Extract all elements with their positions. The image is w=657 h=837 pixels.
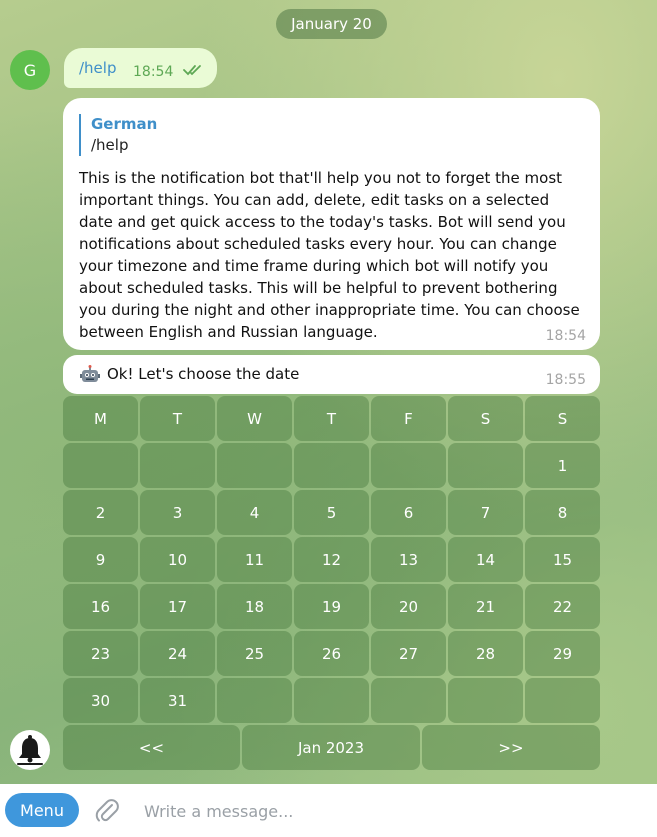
robot-icon	[80, 365, 100, 388]
calendar-empty-button[interactable]	[217, 443, 292, 488]
weekday-header-button[interactable]: W	[217, 396, 292, 441]
weekday-header-button[interactable]: S	[525, 396, 600, 441]
menu-button[interactable]: Menu	[5, 793, 79, 827]
weekday-header-button[interactable]: M	[63, 396, 138, 441]
calendar-empty-button[interactable]	[448, 443, 523, 488]
calendar-day-button[interactable]: 3	[140, 490, 215, 535]
calendar-day-button[interactable]: 19	[294, 584, 369, 629]
calendar-day-button[interactable]: 15	[525, 537, 600, 582]
calendar-day-button[interactable]: 23	[63, 631, 138, 676]
calendar-day-button[interactable]: 26	[294, 631, 369, 676]
calendar-empty-button[interactable]	[217, 678, 292, 723]
calendar-empty-button[interactable]	[294, 678, 369, 723]
message-input[interactable]	[142, 797, 626, 825]
double-check-icon	[183, 62, 205, 81]
chat-area: January 20 G /help 18:54 German /help Th…	[0, 0, 657, 784]
calendar-day-button[interactable]: 13	[371, 537, 446, 582]
calendar-day-button[interactable]: 5	[294, 490, 369, 535]
calendar-empty-button[interactable]	[371, 678, 446, 723]
calendar-day-button[interactable]: 30	[63, 678, 138, 723]
calendar-day-button[interactable]: 9	[63, 537, 138, 582]
next-month-button[interactable]: >>	[422, 725, 600, 770]
weekday-header-button[interactable]: S	[448, 396, 523, 441]
current-month-button[interactable]: Jan 2023	[242, 725, 420, 770]
calendar-day-button[interactable]: 24	[140, 631, 215, 676]
calendar-empty-button[interactable]	[63, 443, 138, 488]
calendar-day-button[interactable]: 31	[140, 678, 215, 723]
date-separator: January 20	[276, 9, 387, 39]
calendar-day-button[interactable]: 11	[217, 537, 292, 582]
calendar-day-button[interactable]: 4	[217, 490, 292, 535]
message-time: 18:54	[133, 64, 174, 80]
calendar-day-button[interactable]: 10	[140, 537, 215, 582]
calendar-day-button[interactable]: 8	[525, 490, 600, 535]
calendar-day-button[interactable]: 25	[217, 631, 292, 676]
calendar-day-button[interactable]: 14	[448, 537, 523, 582]
calendar-day-button[interactable]: 27	[371, 631, 446, 676]
prev-month-button[interactable]: <<	[63, 725, 240, 770]
outgoing-message-text[interactable]: /help	[79, 59, 116, 77]
weekday-header-button[interactable]: T	[140, 396, 215, 441]
calendar-day-button[interactable]: 12	[294, 537, 369, 582]
calendar-empty-button[interactable]	[448, 678, 523, 723]
reply-text: /help	[91, 136, 129, 154]
message-time: 18:54	[545, 328, 586, 344]
calendar-day-button[interactable]: 17	[140, 584, 215, 629]
bot-avatar[interactable]	[10, 730, 50, 770]
weekday-header-button[interactable]: F	[371, 396, 446, 441]
help-message[interactable]: German /help This is the notification bo…	[63, 98, 600, 350]
calendar-day-button[interactable]: 20	[371, 584, 446, 629]
calendar-day-button[interactable]: 29	[525, 631, 600, 676]
outgoing-message[interactable]: /help 18:54	[64, 48, 217, 88]
message-time: 18:55	[545, 372, 586, 388]
user-avatar[interactable]: G	[10, 50, 50, 90]
calendar-day-button[interactable]: 28	[448, 631, 523, 676]
calendar-day-button[interactable]: 7	[448, 490, 523, 535]
calendar-empty-button[interactable]	[371, 443, 446, 488]
choose-date-text: Ok! Let's choose the date	[107, 365, 300, 383]
calendar-day-button[interactable]: 16	[63, 584, 138, 629]
bell-icon	[17, 735, 43, 765]
message-composer: Menu	[0, 784, 657, 837]
calendar-day-button[interactable]: 2	[63, 490, 138, 535]
choose-date-message[interactable]: Ok! Let's choose the date 18:55	[63, 355, 600, 394]
calendar-day-button[interactable]: 6	[371, 490, 446, 535]
calendar-empty-button[interactable]	[525, 678, 600, 723]
calendar-day-button[interactable]: 21	[448, 584, 523, 629]
calendar-day-button[interactable]: 18	[217, 584, 292, 629]
reply-quote[interactable]: German /help	[79, 114, 157, 156]
calendar-empty-button[interactable]	[140, 443, 215, 488]
calendar-empty-button[interactable]	[294, 443, 369, 488]
paperclip-icon[interactable]	[94, 797, 120, 829]
calendar-day-button[interactable]: 1	[525, 443, 600, 488]
help-message-text: This is the notification bot that'll hel…	[79, 169, 580, 341]
calendar-day-button[interactable]: 22	[525, 584, 600, 629]
reply-author: German	[91, 115, 158, 133]
weekday-header-button[interactable]: T	[294, 396, 369, 441]
